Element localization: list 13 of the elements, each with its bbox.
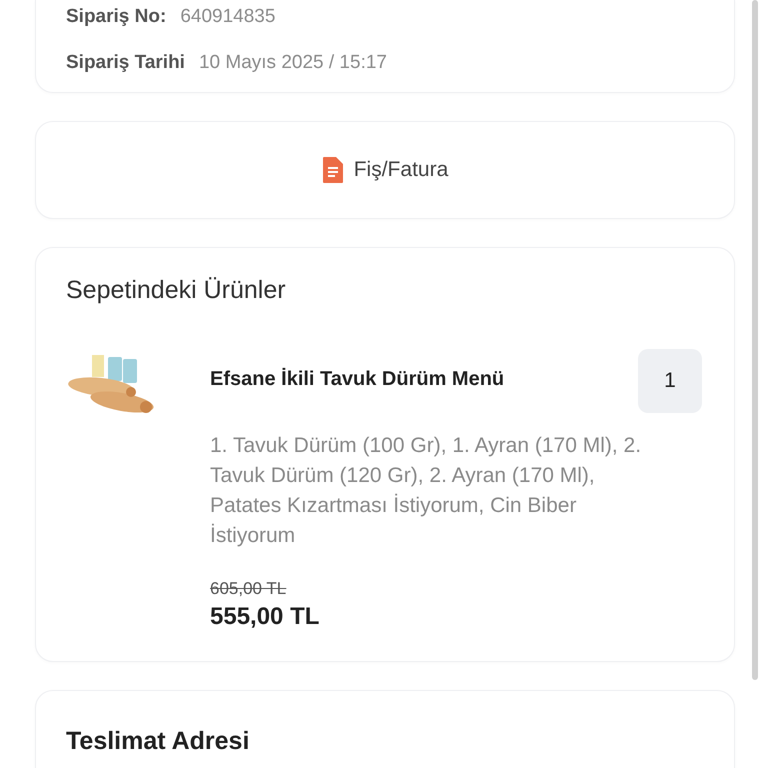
- document-icon: [322, 156, 344, 184]
- info-label: Sipariş Tarihi: [66, 51, 185, 75]
- info-value: 640914835: [180, 5, 276, 29]
- old-price: 605,00 TL: [210, 579, 288, 599]
- product-options: 1. Tavuk Dürüm (100 Gr), 1. Ayran (170 Ml), 2. Tavuk Dürüm (120 Gr), 2. Ayran (170 Ml), Patates Kızartması İstiyorum, Cin Biber İstiyorum: [210, 431, 655, 551]
- quantity: 1: [638, 349, 702, 413]
- price: 555,00 TL: [210, 603, 320, 631]
- receipt-button[interactable]: Fiş/Fatura: [318, 152, 452, 188]
- info-label: Sipariş No:: [66, 5, 166, 29]
- section-title: Teslimat Adresi: [66, 727, 250, 756]
- product-name: Efsane İkili Tavuk Dürüm Menü: [210, 368, 504, 391]
- info-value: 10 Mayıs 2025 / 15:17: [198, 51, 387, 75]
- section-title: Sepetindeki Ürünler: [66, 276, 287, 305]
